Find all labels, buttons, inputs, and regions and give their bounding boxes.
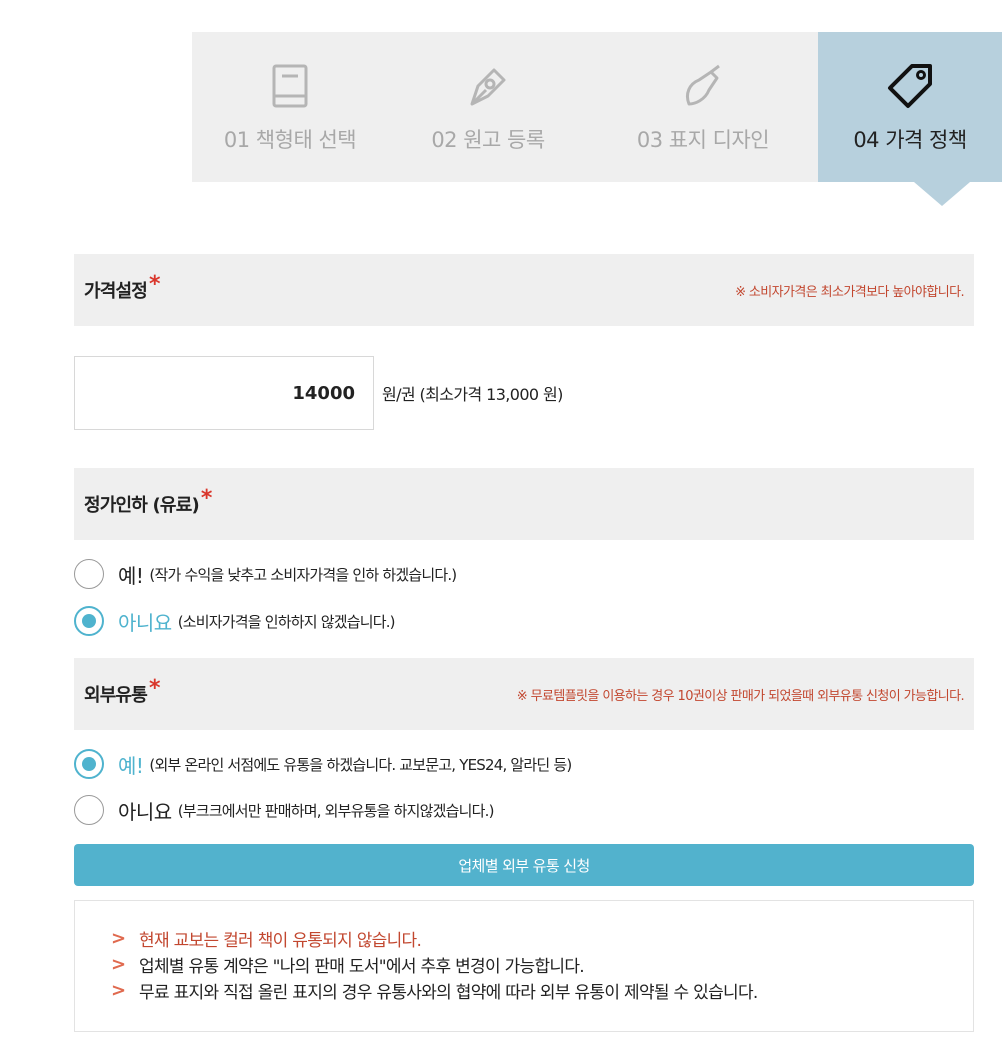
radio-button-selected[interactable]	[74, 606, 104, 636]
step-manuscript[interactable]: 02 원고 등록	[388, 32, 588, 182]
discount-yes-option[interactable]: 예! (작가 수익을 낮추고 소비자가격을 인하 하겠습니다.)	[74, 559, 457, 589]
radio-button-selected[interactable]	[74, 749, 104, 779]
radio-button[interactable]	[74, 795, 104, 825]
option-description: (작가 수익을 낮추고 소비자가격을 인하 하겠습니다.)	[149, 565, 457, 584]
price-setting-header: 가격설정 * ※ 소비자가격은 최소가격보다 높아야합니다.	[74, 254, 974, 326]
price-input-row: 원/권 (최소가격 13,000 원)	[74, 356, 563, 430]
step-price-policy[interactable]: 04 가격 정책	[818, 32, 1002, 206]
radio-button[interactable]	[74, 559, 104, 589]
option-description: (부크크에서만 판매하며, 외부유통을 하지않겠습니다.)	[177, 801, 495, 820]
distribution-header: 외부유통 * ※ 무료템플릿을 이용하는 경우 10권이상 판매가 되었을때 외…	[74, 658, 974, 730]
chevron-right-icon: >	[111, 953, 126, 975]
section-title: 정가인하 (유료)	[84, 495, 200, 516]
required-mark: *	[149, 271, 161, 297]
list-item: > 업체별 유통 계약은 "나의 판매 도서"에서 추후 변경이 가능합니다.	[111, 951, 973, 977]
pen-nib-icon	[464, 62, 512, 110]
distribution-note: ※ 무료템플릿을 이용하는 경우 10권이상 판매가 되었을때 외부유통 신청이…	[516, 688, 965, 704]
step-label: 03 표지 디자인	[636, 128, 770, 152]
required-mark: *	[149, 675, 161, 701]
step-label: 04 가격 정책	[853, 128, 967, 152]
option-description: (외부 온라인 서점에도 유통을 하겠습니다. 교보문고, YES24, 알라딘…	[149, 755, 572, 774]
option-label: 예!	[118, 563, 144, 588]
apply-distribution-button[interactable]: 업체별 외부 유통 신청	[74, 844, 974, 886]
step-label: 02 원고 등록	[431, 128, 545, 152]
list-item: > 현재 교보는 컬러 책이 유통되지 않습니다.	[111, 925, 973, 951]
chevron-right-icon: >	[111, 979, 126, 1001]
discount-header: 정가인하 (유료) *	[74, 468, 974, 540]
step-progress-bar: 01 책형태 선택 02 원고 등록 03 표지 디자인 04 가격 정책	[192, 32, 1002, 206]
price-note: ※ 소비자가격은 최소가격보다 높아야합니다.	[735, 284, 965, 300]
option-label: 아니요	[118, 610, 172, 635]
required-mark: *	[200, 485, 213, 511]
price-unit-text: 원/권 (최소가격 13,000 원)	[382, 385, 563, 404]
section-title: 외부유통	[84, 685, 148, 706]
option-description: (소비자가격을 인하하지 않겠습니다.)	[177, 612, 396, 631]
step-book-format[interactable]: 01 책형태 선택	[192, 32, 388, 182]
section-title: 가격설정	[84, 281, 148, 302]
step-cover-design[interactable]: 03 표지 디자인	[588, 32, 818, 182]
info-text: 업체별 유통 계약은 "나의 판매 도서"에서 추후 변경이 가능합니다.	[139, 956, 585, 977]
distribution-no-option[interactable]: 아니요 (부크크에서만 판매하며, 외부유통을 하지않겠습니다.)	[74, 795, 494, 825]
info-box: > 현재 교보는 컬러 책이 유통되지 않습니다. > 업체별 유통 계약은 "…	[74, 900, 974, 1032]
price-input[interactable]	[74, 356, 374, 430]
option-label: 예!	[118, 753, 144, 778]
chevron-right-icon: >	[111, 927, 126, 949]
price-tag-icon	[886, 62, 934, 110]
list-item: > 무료 표지와 직접 올린 표지의 경우 유통사와의 협약에 따라 외부 유통…	[111, 977, 973, 1003]
info-text: 현재 교보는 컬러 책이 유통되지 않습니다.	[139, 930, 422, 951]
step-label: 01 책형태 선택	[223, 128, 357, 152]
option-label: 아니요	[118, 799, 172, 824]
paint-brush-icon	[679, 62, 727, 110]
info-text: 무료 표지와 직접 올린 표지의 경우 유통사와의 협약에 따라 외부 유통이 …	[139, 982, 758, 1003]
distribution-yes-option[interactable]: 예! (외부 온라인 서점에도 유통을 하겠습니다. 교보문고, YES24, …	[74, 749, 572, 779]
discount-no-option[interactable]: 아니요 (소비자가격을 인하하지 않겠습니다.)	[74, 606, 396, 636]
book-icon	[266, 62, 314, 110]
